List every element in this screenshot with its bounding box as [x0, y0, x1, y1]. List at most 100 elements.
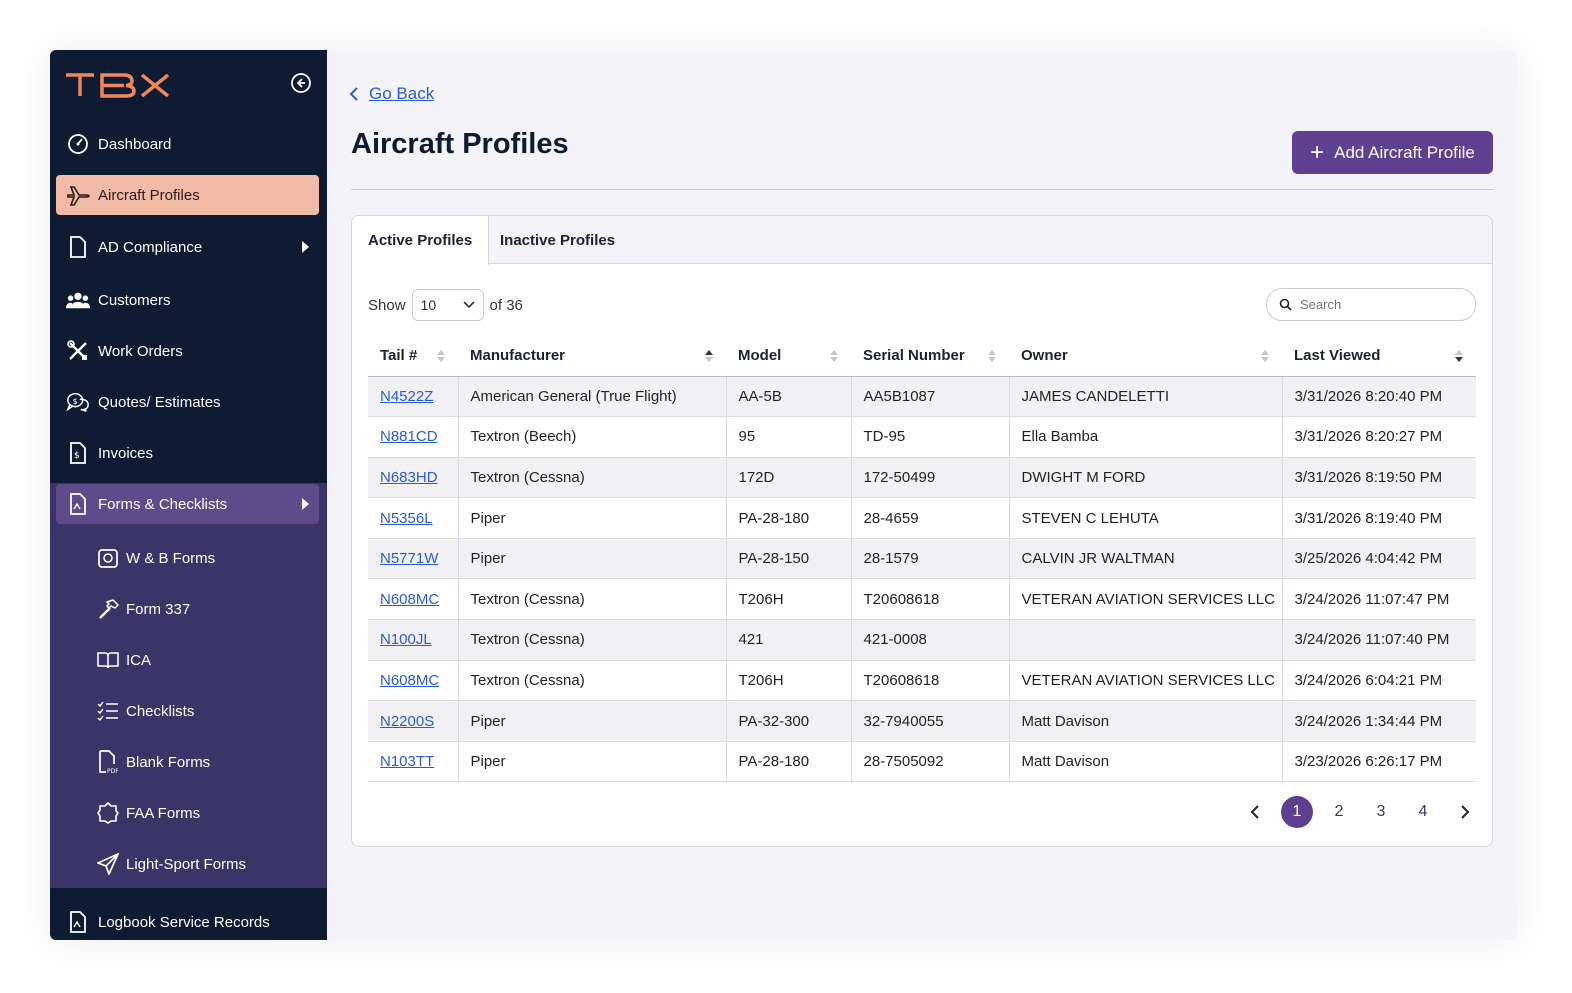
- add-aircraft-profile-button[interactable]: + Add Aircraft Profile: [1292, 131, 1493, 174]
- cell-manufacturer: Textron (Beech): [458, 416, 727, 458]
- airplane-icon: [66, 183, 90, 207]
- cell-last-viewed: 3/31/2026 8:20:40 PM: [1282, 376, 1476, 418]
- cell-serial: 32-7940055: [851, 700, 1010, 742]
- sidebar-subitem-wb-forms[interactable]: W & B Forms: [92, 538, 322, 578]
- tail-link[interactable]: N5356L: [380, 510, 433, 527]
- table-row: N2200S Piper PA-32-300 32-7940055 Matt D…: [368, 700, 1476, 742]
- header-divider: [351, 189, 1493, 190]
- app-window: Dashboard Aircraft Profiles AD Complianc…: [50, 50, 1517, 940]
- tbx-logo: [66, 73, 170, 98]
- sidebar-item-label: AD Compliance: [98, 238, 203, 256]
- cell-tail: N103TT: [368, 741, 459, 783]
- tail-link[interactable]: N608MC: [380, 591, 439, 608]
- hammer-icon: [96, 597, 120, 621]
- pdf-icon: PDF: [96, 750, 120, 774]
- column-header-owner[interactable]: Owner: [1009, 336, 1282, 377]
- cell-serial: TD-95: [851, 416, 1010, 458]
- sort-asc-icon[interactable]: [704, 349, 714, 363]
- cell-owner: Matt Davison: [1009, 741, 1283, 783]
- sidebar-subitem-faa-forms[interactable]: FAA Forms: [92, 793, 322, 833]
- tail-link[interactable]: N100JL: [380, 631, 432, 648]
- page-button-3[interactable]: 3: [1365, 796, 1397, 828]
- cell-serial: 172-50499: [851, 457, 1010, 499]
- sidebar-item-customers[interactable]: Customers: [56, 280, 319, 320]
- sidebar-item-quotes-estimates[interactable]: $ Quotes/ Estimates: [56, 382, 319, 422]
- column-header-model[interactable]: Model: [726, 336, 851, 377]
- sidebar-subitem-light-sport-forms[interactable]: Light-Sport Forms: [92, 844, 322, 884]
- page-button-4[interactable]: 4: [1407, 796, 1439, 828]
- page-size-select[interactable]: 10: [411, 289, 484, 321]
- cell-tail: N608MC: [368, 578, 459, 621]
- sidebar-item-ad-compliance[interactable]: AD Compliance: [56, 227, 319, 267]
- tail-link[interactable]: N4522Z: [380, 388, 433, 405]
- cell-last-viewed: 3/24/2026 1:34:44 PM: [1282, 700, 1476, 742]
- sort-icon[interactable]: [987, 349, 997, 363]
- dashboard-icon: [66, 132, 90, 156]
- cell-model: PA-28-180: [726, 497, 852, 539]
- expand-arrow-icon: [302, 498, 309, 510]
- sidebar-item-label: Aircraft Profiles: [98, 186, 200, 204]
- sidebar-subitem-label: FAA Forms: [126, 804, 201, 822]
- sort-icon[interactable]: [1260, 349, 1270, 363]
- cell-model: PA-32-300: [726, 700, 852, 742]
- cell-serial: T20608618: [851, 578, 1010, 621]
- tab-active-profiles[interactable]: Active Profiles: [352, 216, 490, 265]
- column-header-manufacturer[interactable]: Manufacturer: [458, 336, 726, 377]
- column-header-last-viewed[interactable]: Last Viewed: [1282, 336, 1476, 377]
- page-button-1[interactable]: 1: [1281, 796, 1313, 828]
- cell-owner: Ella Bamba: [1009, 416, 1283, 458]
- tab-inactive-profiles[interactable]: Inactive Profiles: [484, 216, 631, 265]
- cell-manufacturer: Piper: [458, 538, 727, 580]
- sidebar-item-invoices[interactable]: $ Invoices: [56, 433, 319, 473]
- sidebar-subitem-blank-forms[interactable]: PDF Blank Forms: [92, 742, 322, 782]
- svg-text:PDF: PDF: [107, 768, 118, 774]
- cell-owner: [1009, 619, 1283, 661]
- cell-last-viewed: 3/31/2026 8:20:27 PM: [1282, 416, 1476, 458]
- cell-tail: N683HD: [368, 457, 459, 499]
- sort-icon[interactable]: [829, 349, 839, 363]
- sort-desc-icon[interactable]: [1454, 349, 1464, 363]
- column-header-tail[interactable]: Tail #: [368, 336, 458, 377]
- cell-model: 95: [726, 416, 852, 458]
- collapse-sidebar-icon[interactable]: [290, 72, 312, 94]
- sidebar-subitem-label: Checklists: [126, 702, 195, 720]
- cell-serial: 28-7505092: [851, 741, 1010, 783]
- next-page-button[interactable]: [1449, 796, 1481, 828]
- sidebar-subitem-ica[interactable]: ICA: [92, 640, 322, 680]
- tail-link[interactable]: N683HD: [380, 469, 438, 486]
- tail-link[interactable]: N881CD: [380, 428, 438, 445]
- search-input[interactable]: [1300, 297, 1460, 312]
- sort-icon[interactable]: [436, 349, 446, 363]
- cell-model: PA-28-150: [726, 538, 852, 580]
- sidebar-subitem-form-337[interactable]: Form 337: [92, 589, 322, 629]
- cell-tail: N2200S: [368, 700, 459, 742]
- cell-owner: STEVEN C LEHUTA: [1009, 497, 1283, 539]
- page-button-2[interactable]: 2: [1323, 796, 1355, 828]
- sidebar-item-dashboard[interactable]: Dashboard: [56, 124, 319, 164]
- paper-plane-icon: [96, 852, 120, 876]
- tail-link[interactable]: N2200S: [380, 713, 434, 730]
- tail-link[interactable]: N5771W: [380, 550, 438, 567]
- cell-model: 172D: [726, 457, 852, 499]
- pagination: 1 2 3 4: [1234, 796, 1486, 828]
- expand-arrow-icon: [302, 241, 309, 253]
- chevron-right-icon: [1461, 805, 1470, 819]
- sidebar-item-work-orders[interactable]: Work Orders: [56, 331, 319, 371]
- prev-page-button[interactable]: [1239, 796, 1271, 828]
- cell-owner: VETERAN AVIATION SERVICES LLC: [1009, 660, 1283, 702]
- table-row: N608MC Textron (Cessna) T206H T20608618 …: [368, 660, 1476, 702]
- cell-owner: Matt Davison: [1009, 700, 1283, 742]
- sidebar-subitem-label: ICA: [126, 651, 152, 669]
- search-box: [1266, 288, 1476, 321]
- logbook-icon: [66, 910, 90, 934]
- sidebar-item-aircraft-profiles[interactable]: Aircraft Profiles: [56, 175, 319, 215]
- cell-owner: VETERAN AVIATION SERVICES LLC: [1009, 578, 1283, 621]
- cell-tail: N5356L: [368, 497, 459, 539]
- tail-link[interactable]: N103TT: [380, 753, 434, 770]
- go-back-link[interactable]: Go Back: [349, 84, 434, 104]
- tail-link[interactable]: N608MC: [380, 672, 439, 689]
- sidebar-item-forms-checklists[interactable]: Forms & Checklists: [56, 484, 319, 524]
- column-header-serial[interactable]: Serial Number: [851, 336, 1009, 377]
- sidebar-subitem-checklists[interactable]: Checklists: [92, 691, 322, 731]
- sidebar-item-logbook-service-records[interactable]: Logbook Service Records: [56, 902, 319, 940]
